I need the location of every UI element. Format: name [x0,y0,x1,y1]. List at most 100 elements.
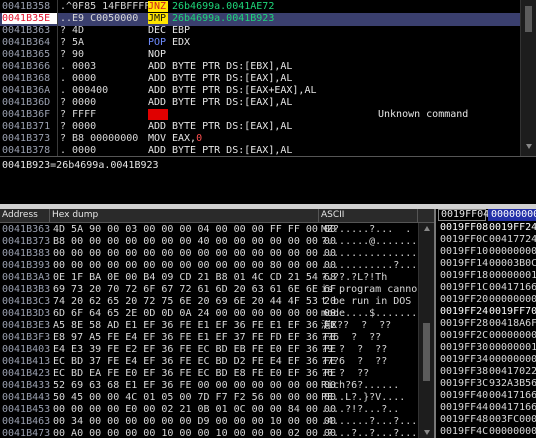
stack-address: 0019FF34 [440,354,489,365]
instruction-mnemonic: ADD [148,145,167,156]
stack-header: 0019FF04 00000000 [436,209,536,221]
stack-value: 00000000 [489,354,536,365]
instruction-address: 0041B36D [2,97,51,108]
instruction-mnemonic: ADD [148,85,167,96]
instruction-address: 0041B378 [2,145,51,156]
operand-text: BYTE PTR DS:[EAX+EAX],AL [172,85,317,96]
instruction-bytes: ..E9 C0050000 [60,13,139,24]
stack-top-value[interactable]: 00000000 [488,209,536,221]
dump-address: 0041B413 [2,356,51,367]
instruction-address: 0041B35E [2,13,58,24]
dump-address: 0041B3A3 [2,272,51,283]
instruction-mnemonic: DEC [148,25,167,36]
column-header-ascii[interactable]: ASCII [319,209,418,223]
dump-hex-bytes: 0E 1F BA 0E 00 B4 09 CD 21 B8 01 4C CD 2… [53,272,336,283]
dump-ascii-text: PE..L?.}?V.... [321,392,406,403]
dump-address: 0041B403 [2,344,51,355]
instruction-operands: 26b4699a.0041AE72 [172,1,274,12]
stack-value: 00417166 [489,402,536,413]
dump-address: 0041B363 [2,224,51,235]
dump-hex-bytes: 50 45 00 00 4C 01 05 00 7D F7 F2 56 00 0… [53,392,336,403]
instruction-bytes: ? FFFF [60,109,97,120]
dump-pane[interactable]: Address Hex dump ASCII 0041B363 4D 5A 90 … [0,209,434,438]
info-text: 0041B923=26b4699a.0041B923 [2,160,159,171]
instruction-mnemonic: ADD [148,121,167,132]
instruction-bytes: . 0003 [60,61,97,72]
instruction-mnemonic: ADD [148,61,167,72]
instruction-operands: EDX [172,37,190,48]
stack-value: 00417166 [489,390,536,401]
dump-hex-bytes: EC BD EA FE E0 EF 36 FE EC BD E8 FE E0 E… [53,368,336,379]
stack-address: 0019FF38 [440,366,489,377]
dump-address: 0041B423 [2,368,51,379]
stack-pane[interactable]: 0019FF04 00000000 0019FF08 0019FF24 0019FF… [434,209,536,438]
stack-address: 0019FF48 [440,414,489,425]
stack-value: 0019FF70 [489,306,536,317]
instruction-operands: BYTE PTR DS:[EAX],AL [172,145,292,156]
instruction-operands: BYTE PTR DS:[EAX],AL [172,97,292,108]
scrollbar-thumb[interactable] [525,6,532,32]
dump-ascii-text: .4......?...?... [321,416,417,427]
stack-address: 0019FF4C [440,426,489,437]
column-header-address[interactable]: Address [0,209,50,223]
instruction-address: 0041B365 [2,49,51,60]
instruction-bytes: ? 90 [60,49,85,60]
column-divider [57,0,58,156]
stack-value: 00000000 [489,294,536,305]
scrollbar-thumb[interactable] [423,323,430,381]
disassembly-scrollbar[interactable] [520,0,536,156]
operand-text: BYTE PTR DS:[EAX],AL [172,145,293,156]
dump-address: 0041B3D3 [2,308,51,319]
dump-address: 0041B443 [2,392,51,403]
operand-text: 26b4699a.0041AE72 [172,1,275,12]
instruction-operands: 26b4699a.0041B923 [172,13,274,24]
instruction-bytes: ? 0000 [60,121,97,132]
instruction-bytes: ? 5A [60,37,85,48]
stack-address: 0019FF10 [440,246,489,257]
dump-address: 0041B383 [2,248,51,259]
operand-text: EAX, [172,133,197,144]
dump-hex-bytes: 00 00 00 00 00 00 00 00 00 00 00 00 00 0… [53,248,336,259]
dump-address: 0041B473 [2,428,51,438]
dump-ascii-text: .?...?..?...?... [321,428,417,438]
stack-address: 0019FF18 [440,270,489,281]
info-pane: 0041B923=26b4699a.0041B923 [0,156,536,204]
dump-ascii-text: ............?... [321,260,417,271]
instruction-mnemonic: ADD [148,73,167,84]
dump-hex-bytes: 00 00 00 00 E0 00 02 21 0B 01 0C 00 00 8… [53,404,336,415]
stack-value: 00417724 [489,234,536,245]
dump-ascii-text: ................ [321,248,417,259]
dump-ascii-text: mode....$....... [321,308,417,319]
column-header-hex-dump[interactable]: Hex dump [50,209,319,223]
operand-text: EDX [172,37,191,48]
dump-hex-bytes: EC BD 37 FE E4 EF 36 FE EC BD D2 FE E4 E… [53,356,336,367]
instruction-bytes: ? 0000 [60,97,97,108]
dump-address: 0041B393 [2,260,51,271]
stack-value: 932A3B56 [489,378,536,389]
scroll-up-arrow-icon[interactable] [424,226,430,231]
dump-ascii-text: t be run in DOS [321,296,417,307]
operand-text: BYTE PTR DS:[EBX],AL [172,61,293,72]
stack-value: 00000000 [489,330,536,341]
instruction-address: 0041B358 [2,1,51,12]
instruction-bytes: . 0000 [60,73,97,84]
instruction-address: 0041B36A [2,85,51,96]
dump-hex-bytes: 52 69 63 68 E1 EF 36 FE 00 00 00 00 00 0… [53,380,336,391]
dump-address: 0041B3E3 [2,320,51,331]
dump-ascii-text: ....?!?...?.. [321,404,400,415]
dump-address: 0041B3F3 [2,332,51,343]
stack-address: 0019FF2C [440,330,489,341]
instruction-operands: EBP [172,25,190,36]
dump-hex-bytes: 00 A0 00 00 00 00 10 00 00 10 00 00 00 0… [53,428,336,438]
scroll-down-arrow-icon[interactable] [424,430,430,435]
dump-scrollbar[interactable] [418,223,434,438]
dump-hex-bytes: E8 97 A5 FE E4 EF 36 FE E1 EF 37 FE FD E… [53,332,336,343]
dump-hex-bytes: 69 73 20 70 72 6F 67 72 61 6D 20 63 61 6… [53,284,336,295]
stack-address: 0019FF3C [440,378,489,389]
dump-address: 0041B3C3 [2,296,51,307]
dump-ascii-text: ?.??.?L?!Th [321,272,388,283]
stack-top-address[interactable]: 0019FF04 [438,209,489,221]
disassembly-pane[interactable]: 0041B358 .^0F85 14FBFFFF JNZ 26b4699a.0041A… [0,0,536,156]
stack-address: 0019FF30 [440,342,489,353]
scroll-down-arrow-icon[interactable] [526,144,532,149]
